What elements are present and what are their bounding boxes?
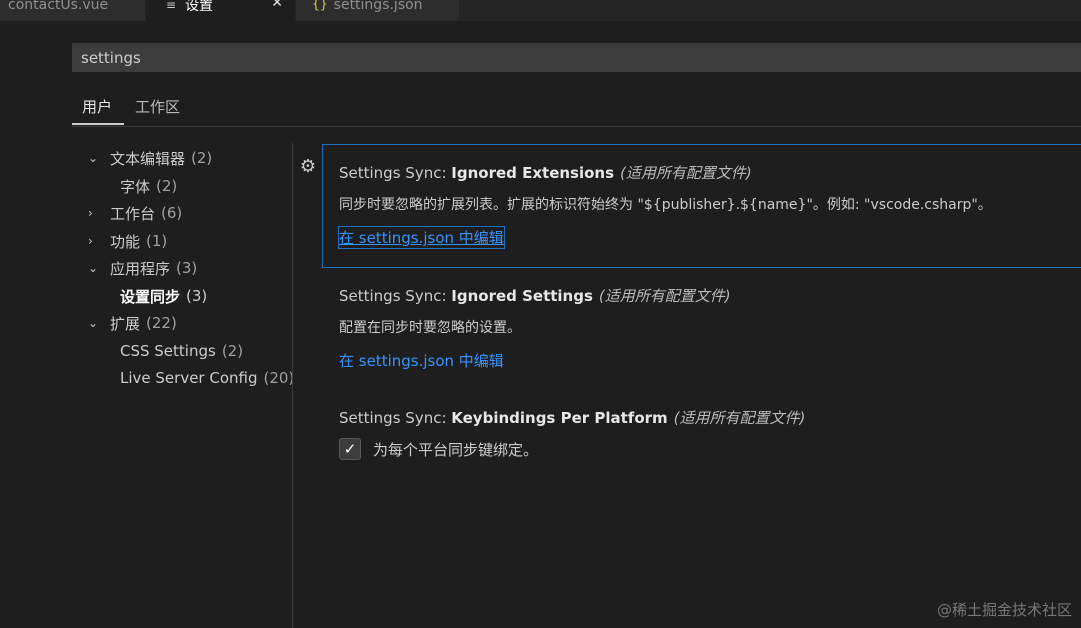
tab-label: settings.json xyxy=(333,0,423,13)
toc-label: CSS Settings xyxy=(120,342,216,360)
search-value: settings xyxy=(81,48,141,67)
toc-label: 设置同步 xyxy=(120,287,181,306)
toc-count: (3) xyxy=(176,259,198,277)
settings-file-icon: ≡ xyxy=(166,0,177,12)
setting-scope: (适用所有配置文件) xyxy=(673,409,806,427)
checkbox-row: ✓ 为每个平台同步键绑定。 xyxy=(339,438,1081,460)
toc-label: 文本编辑器 xyxy=(110,149,186,168)
setting-name: Ignored Extensions xyxy=(451,164,615,182)
tab-user[interactable]: 用户 xyxy=(82,96,112,117)
toc-count: (20) xyxy=(263,369,295,387)
chevron-down-icon: ⌄ xyxy=(88,261,99,275)
setting-title: Settings Sync: Ignored Settings (适用所有配置文件… xyxy=(339,285,1081,306)
settings-editor: contactUs.vue ≡ 设置 ✕ {} settings.json se… xyxy=(0,0,1081,628)
setting-name: Keybindings Per Platform xyxy=(451,409,668,427)
toc-label: 字体 xyxy=(120,177,151,196)
toc-count: (2) xyxy=(191,149,213,167)
toc-item-css-settings[interactable]: CSS Settings (2) xyxy=(88,340,243,362)
toc-divider xyxy=(292,143,293,628)
toc-item-extensions[interactable]: ⌄ 扩展 (22) xyxy=(88,312,177,334)
toc-label: 应用程序 xyxy=(110,259,171,278)
toc-count: (22) xyxy=(146,314,177,332)
editor-tab-bar: contactUs.vue ≡ 设置 ✕ {} settings.json xyxy=(0,0,1081,21)
setting-description: 同步时要忽略的扩展列表。扩展的标识符始终为 "${publisher}.${na… xyxy=(339,197,992,213)
chevron-right-icon: › xyxy=(88,234,93,248)
keybindings-per-platform-checkbox[interactable]: ✓ xyxy=(339,438,361,460)
json-file-icon: {} xyxy=(312,0,328,12)
setting-name: Ignored Settings xyxy=(451,287,593,305)
toc-count: (1) xyxy=(146,232,168,250)
setting-keybindings-per-platform: Settings Sync: Keybindings Per Platform (… xyxy=(322,407,1081,460)
toc-label: Live Server Config xyxy=(120,369,258,387)
setting-description: 配置在同步时要忽略的设置。 xyxy=(339,320,521,336)
toc-label: 扩展 xyxy=(110,314,141,333)
toc-count: (6) xyxy=(161,204,183,222)
toc-count: (2) xyxy=(221,342,244,360)
toc-item-live-server-config[interactable]: Live Server Config (20) xyxy=(88,367,294,389)
toc-item-workbench[interactable]: › 工作台 (6) xyxy=(88,202,182,224)
setting-title: Settings Sync: Ignored Extensions (适用所有配置… xyxy=(339,162,1081,183)
setting-category: Settings Sync: xyxy=(339,287,452,305)
toc-label: 工作台 xyxy=(110,204,156,223)
setting-ignored-extensions: Settings Sync: Ignored Extensions (适用所有配置… xyxy=(322,144,1081,268)
active-tab-indicator xyxy=(72,123,124,125)
tab-workspace[interactable]: 工作区 xyxy=(135,96,180,117)
setting-ignored-settings: Settings Sync: Ignored Settings (适用所有配置文件… xyxy=(322,285,1081,371)
close-icon[interactable]: ✕ xyxy=(271,0,283,11)
tab-settings-json[interactable]: {} settings.json xyxy=(296,0,459,21)
checkbox-label: 为每个平台同步键绑定。 xyxy=(373,440,539,459)
toc-label: 功能 xyxy=(110,232,141,251)
toc-item-application[interactable]: ⌄ 应用程序 (3) xyxy=(88,257,197,279)
edit-in-settings-json-link[interactable]: 在 settings.json 中编辑 xyxy=(338,226,505,249)
tab-label: contactUs.vue xyxy=(8,0,109,13)
setting-scope: (适用所有配置文件) xyxy=(598,287,731,305)
chevron-down-icon: ⌄ xyxy=(88,151,99,165)
toc-count: (2) xyxy=(156,177,178,195)
toc-item-features[interactable]: › 功能 (1) xyxy=(88,230,167,252)
tab-settings[interactable]: ≡ 设置 ✕ xyxy=(146,0,295,21)
chevron-down-icon: ⌄ xyxy=(88,316,99,330)
setting-category: Settings Sync: xyxy=(339,409,452,427)
toc-item-settings-sync[interactable]: 设置同步 (3) xyxy=(88,285,207,307)
gear-icon[interactable]: ⚙ xyxy=(298,157,318,177)
setting-category: Settings Sync: xyxy=(339,164,452,182)
setting-title: Settings Sync: Keybindings Per Platform (… xyxy=(339,407,1081,428)
chevron-right-icon: › xyxy=(88,206,93,220)
search-input[interactable]: settings xyxy=(72,43,1081,72)
tab-label: 设置 xyxy=(185,0,213,14)
toc-count: (3) xyxy=(186,287,208,305)
toc-item-font[interactable]: 字体 (2) xyxy=(88,175,177,197)
edit-in-settings-json-link[interactable]: 在 settings.json 中编辑 xyxy=(339,350,504,371)
toc-item-text-editor[interactable]: ⌄ 文本编辑器 (2) xyxy=(88,147,212,169)
tab-contact-vue[interactable]: contactUs.vue xyxy=(0,0,146,21)
watermark: @稀土掘金技术社区 xyxy=(936,601,1072,619)
setting-scope: (适用所有配置文件) xyxy=(620,164,752,182)
scope-tabs: 用户 工作区 xyxy=(72,92,1081,127)
